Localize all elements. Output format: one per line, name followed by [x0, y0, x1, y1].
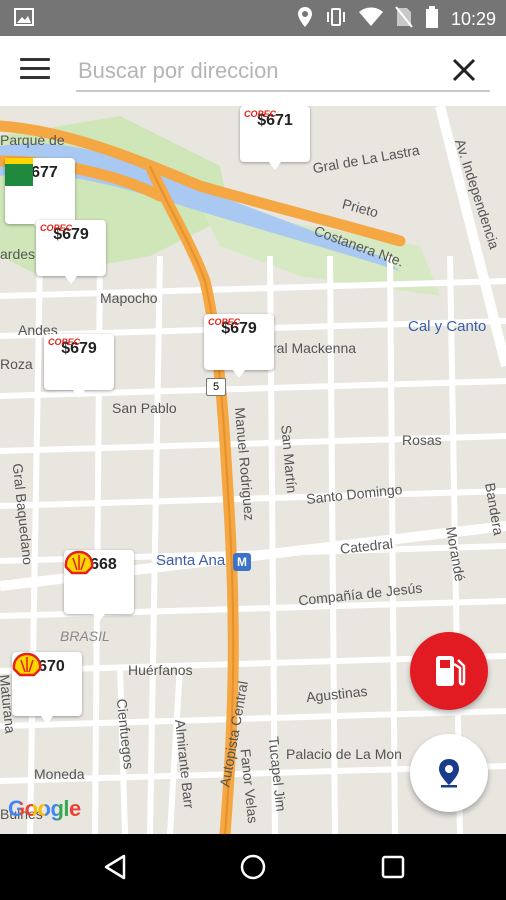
my-location-button[interactable]	[410, 734, 488, 812]
home-icon[interactable]	[238, 852, 268, 882]
map-view[interactable]: Parque de Gral de La Lastra Prieto Av. I…	[0, 106, 506, 834]
metro-station-label: Santa Ana	[156, 552, 226, 569]
station-marker-shell[interactable]: $670	[12, 652, 82, 724]
street-label: Huérfanos	[128, 662, 193, 678]
svg-text:COPEC: COPEC	[48, 337, 81, 347]
battery-icon	[425, 6, 439, 33]
image-icon	[14, 8, 34, 31]
street-label: Palacio de La Mon	[286, 746, 402, 762]
back-icon[interactable]	[100, 852, 130, 882]
shell-logo-icon	[12, 652, 62, 708]
street-label: ral Mackenna	[272, 340, 357, 356]
no-sim-icon	[395, 6, 413, 33]
station-marker-copec[interactable]: $671 COPEC	[240, 106, 310, 170]
street-label: ardes	[0, 246, 36, 262]
station-marker-copec[interactable]: $679 COPEC	[36, 220, 106, 284]
copec-logo-icon: COPEC	[244, 109, 295, 150]
wifi-icon	[358, 7, 383, 32]
svg-text:COPEC: COPEC	[40, 223, 73, 233]
street-label: Rosas	[402, 432, 442, 448]
station-marker-shell[interactable]: $668	[64, 550, 134, 622]
menu-icon[interactable]	[20, 58, 50, 82]
search-input[interactable]	[76, 52, 490, 92]
clock: 10:29	[450, 9, 496, 29]
shell-logo-icon	[64, 550, 114, 606]
fuel-filter-button[interactable]	[410, 632, 488, 710]
street-label: BRASIL	[60, 628, 110, 644]
google-attribution-logo: Google	[8, 796, 81, 821]
gas-pump-icon	[434, 652, 466, 695]
street-label: Moneda	[34, 766, 85, 782]
status-bar: 10:29	[0, 0, 506, 36]
street-label: San Pablo	[112, 400, 177, 416]
svg-text:COPEC: COPEC	[208, 317, 241, 327]
street-label: Mapocho	[100, 290, 158, 306]
copec-logo-icon: COPEC	[40, 223, 91, 264]
metro-badge: M	[233, 553, 251, 571]
copec-logo-icon: COPEC	[48, 337, 99, 378]
location-icon	[297, 6, 313, 33]
street-label: Parque de	[0, 132, 65, 148]
street-label: Roza	[0, 356, 33, 372]
bp-logo-icon	[5, 158, 54, 216]
search-bar	[0, 36, 506, 106]
route-shield: 5	[206, 378, 226, 396]
location-pin-icon	[438, 758, 460, 793]
svg-text:COPEC: COPEC	[244, 109, 277, 119]
close-icon[interactable]	[450, 56, 478, 84]
station-marker-copec[interactable]: $679 COPEC	[44, 334, 114, 398]
station-marker-bp[interactable]: $677	[5, 158, 75, 232]
vibrate-icon	[325, 6, 347, 33]
street-label: Cal y Canto	[408, 318, 487, 335]
recents-icon[interactable]	[378, 852, 408, 882]
copec-logo-icon: COPEC	[208, 317, 259, 358]
station-marker-copec[interactable]: $679 COPEC	[204, 314, 274, 378]
navigation-bar	[0, 834, 506, 900]
